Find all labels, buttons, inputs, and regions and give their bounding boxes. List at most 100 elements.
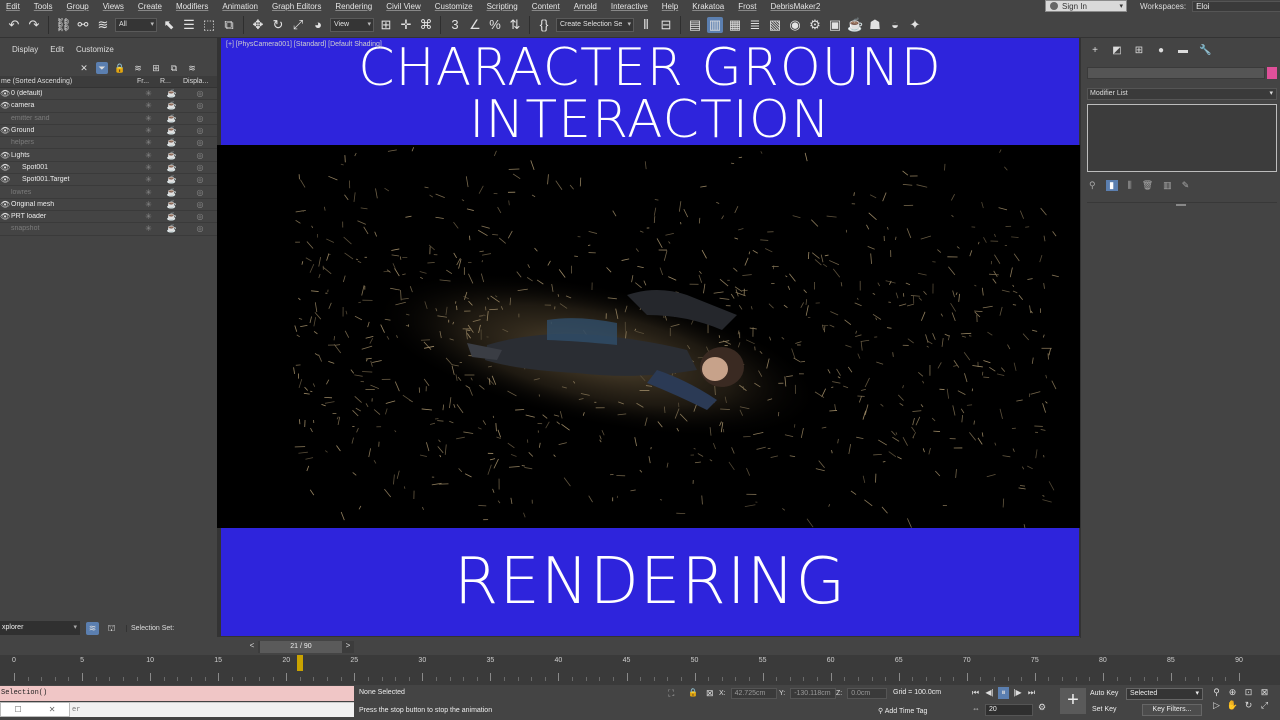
eye-icon[interactable]: 👁 xyxy=(0,89,10,98)
render-icon[interactable]: ☕ xyxy=(160,224,183,233)
toggle-scene-explorer-icon[interactable]: ▤ xyxy=(687,17,703,33)
layer-row[interactable]: lowres ✳ ☕ ◎ xyxy=(0,186,217,199)
selection-filter-dropdown[interactable]: All xyxy=(115,17,157,32)
layer-row[interactable]: 👁 Original mesh ✳ ☕ ◎ xyxy=(0,199,217,211)
menu-help[interactable]: Help xyxy=(656,2,686,11)
clear-search-icon[interactable]: ✕ xyxy=(78,62,90,74)
stop-icon[interactable]: ⏸ xyxy=(998,687,1009,699)
sort-by-layer-icon[interactable]: ≋ xyxy=(86,621,99,635)
freeze-icon[interactable]: ✳ xyxy=(137,114,160,123)
layer-row[interactable]: 👁 PRT loader ✳ ☕ ◎ xyxy=(0,211,217,224)
render-icon[interactable]: ☕ xyxy=(160,101,183,110)
x-coordinate-field[interactable]: 42.725cm xyxy=(730,688,777,699)
maximize-viewport-icon[interactable]: ⤢ xyxy=(1258,700,1271,711)
display-icon[interactable]: ◎ xyxy=(183,188,217,197)
material-editor-icon[interactable]: ◉ xyxy=(787,17,803,33)
layer-name[interactable]: Spot001.Target xyxy=(10,176,137,183)
bind-space-warp-icon[interactable]: ≋ xyxy=(95,17,111,33)
configure-modifier-sets-icon[interactable]: ▥ xyxy=(1163,180,1172,191)
layer-row[interactable]: 👁 0 (default) ✳ ☕ ◎ xyxy=(0,88,217,101)
menu-graph-editors[interactable]: Graph Editors xyxy=(266,2,329,11)
layer-row[interactable]: 👁 camera ✳ ☕ ◎ xyxy=(0,100,217,113)
next-key-icon[interactable]: |▶ xyxy=(1012,687,1023,699)
percent-snap-icon[interactable]: % xyxy=(487,17,503,33)
select-by-name-icon[interactable]: ☰ xyxy=(181,17,197,33)
display-icon[interactable]: ◎ xyxy=(183,126,217,135)
selection-set-dropdown[interactable]: Selected xyxy=(1126,688,1203,700)
object-color-swatch[interactable] xyxy=(1267,67,1277,79)
layer-row[interactable]: 👁 Ground ✳ ☕ ◎ xyxy=(0,125,217,138)
freeze-icon[interactable]: ✳ xyxy=(137,163,160,172)
layer-row[interactable]: helpers ✳ ☕ ◎ xyxy=(0,137,217,150)
display-icon[interactable]: ◎ xyxy=(183,138,217,147)
freeze-icon[interactable]: ✳ xyxy=(137,175,160,184)
pivot-center-icon[interactable]: ⊞ xyxy=(378,17,394,33)
explorer-type-dropdown[interactable]: xplorer xyxy=(0,621,80,635)
explorer-menu-display[interactable]: Display xyxy=(12,45,38,54)
pin-stack-icon[interactable]: ⚲ xyxy=(1089,180,1096,191)
panel-grip[interactable] xyxy=(1176,204,1186,206)
eye-icon[interactable]: 👁 xyxy=(0,200,10,209)
eye-icon[interactable]: 👁 xyxy=(0,212,10,221)
menu-edit[interactable]: Edit xyxy=(0,2,28,11)
column-name[interactable]: me (Sorted Ascending) xyxy=(0,78,137,85)
render-icon[interactable]: ☕ xyxy=(160,114,183,123)
current-frame-marker[interactable] xyxy=(296,655,303,671)
current-frame-field[interactable]: 20 xyxy=(985,704,1033,716)
explorer-menu-edit[interactable]: Edit xyxy=(50,45,64,54)
angle-snap-icon[interactable]: ∠ xyxy=(467,17,483,33)
toggle-ribbon-icon[interactable]: ▦ xyxy=(727,17,743,33)
auto-key-button[interactable]: Auto Key xyxy=(1090,690,1118,697)
show-end-result-icon[interactable]: ▮ xyxy=(1105,179,1118,191)
render-icon[interactable]: ☕ xyxy=(160,163,183,172)
field-of-view-icon[interactable]: ▷ xyxy=(1210,700,1223,711)
menu-create[interactable]: Create xyxy=(132,2,170,11)
menu-civil-view[interactable]: Civil View xyxy=(380,2,429,11)
place-icon[interactable]: ◕ xyxy=(310,17,326,33)
menu-group[interactable]: Group xyxy=(60,2,96,11)
next-frame-icon[interactable]: > xyxy=(343,641,353,653)
layer-name[interactable]: PRT loader xyxy=(10,213,137,220)
freeze-icon[interactable]: ✳ xyxy=(137,200,160,209)
eye-icon[interactable]: 👁 xyxy=(0,101,10,110)
layer-name[interactable]: Lights xyxy=(10,152,137,159)
krakatoa-icon[interactable]: ✦ xyxy=(907,17,923,33)
menu-frost[interactable]: Frost xyxy=(732,2,764,11)
display-icon[interactable]: ◎ xyxy=(183,101,217,110)
menu-views[interactable]: Views xyxy=(97,2,132,11)
goto-start-icon[interactable]: ⏮ xyxy=(970,687,981,699)
layer-name[interactable]: emitter sand xyxy=(10,115,137,122)
freeze-icon[interactable]: ✳ xyxy=(137,151,160,160)
reference-coordinate-dropdown[interactable]: View xyxy=(330,17,374,32)
arnold-render-icon[interactable]: ◒ xyxy=(887,17,903,33)
layer-name[interactable]: camera xyxy=(10,102,137,109)
snaps-toggle-icon[interactable]: 3 xyxy=(447,17,463,33)
select-scale-icon[interactable]: ⤢ xyxy=(290,17,306,33)
layer-row[interactable]: 👁 Spot001 ✳ ☕ ◎ xyxy=(0,162,217,175)
layer-row[interactable]: emitter sand ✳ ☕ ◎ xyxy=(0,113,217,125)
add-layer-icon[interactable]: ⊞ xyxy=(150,62,162,74)
rendered-frame-window-icon[interactable]: ▣ xyxy=(827,17,843,33)
select-move-icon[interactable]: ✥ xyxy=(250,17,266,33)
display-icon[interactable]: ◎ xyxy=(183,114,217,123)
key-filters-button[interactable]: Key Filters... xyxy=(1142,704,1202,716)
render-icon[interactable]: ☕ xyxy=(160,151,183,160)
z-coordinate-field[interactable]: 0.0cm xyxy=(847,688,888,699)
explorer-menu-customize[interactable]: Customize xyxy=(76,45,114,54)
mirror-icon[interactable]: ⫴ xyxy=(638,17,654,33)
display-icon[interactable]: ◎ xyxy=(183,175,217,184)
edit-named-selection-icon[interactable]: {} xyxy=(536,17,552,33)
display-tab-icon[interactable]: ▬ xyxy=(1177,45,1189,57)
window-crossing-icon[interactable]: ⧉ xyxy=(221,17,237,33)
display-icon[interactable]: ◎ xyxy=(183,151,217,160)
layer-row[interactable]: 👁 Lights ✳ ☕ ◎ xyxy=(0,149,217,162)
menu-interactive[interactable]: Interactive xyxy=(605,2,656,11)
time-configuration-icon[interactable]: ⚙ xyxy=(1038,702,1046,713)
named-selection-dropdown[interactable]: Create Selection Se xyxy=(556,17,634,32)
utilities-tab-icon[interactable]: 🔧 xyxy=(1199,45,1211,57)
column-frozen[interactable]: Fr... xyxy=(137,78,160,85)
manipulate-icon[interactable]: ✛ xyxy=(398,17,414,33)
filter-icon[interactable]: ⏷ xyxy=(96,62,108,74)
menu-tools[interactable]: Tools xyxy=(28,2,61,11)
freeze-icon[interactable]: ✳ xyxy=(137,212,160,221)
